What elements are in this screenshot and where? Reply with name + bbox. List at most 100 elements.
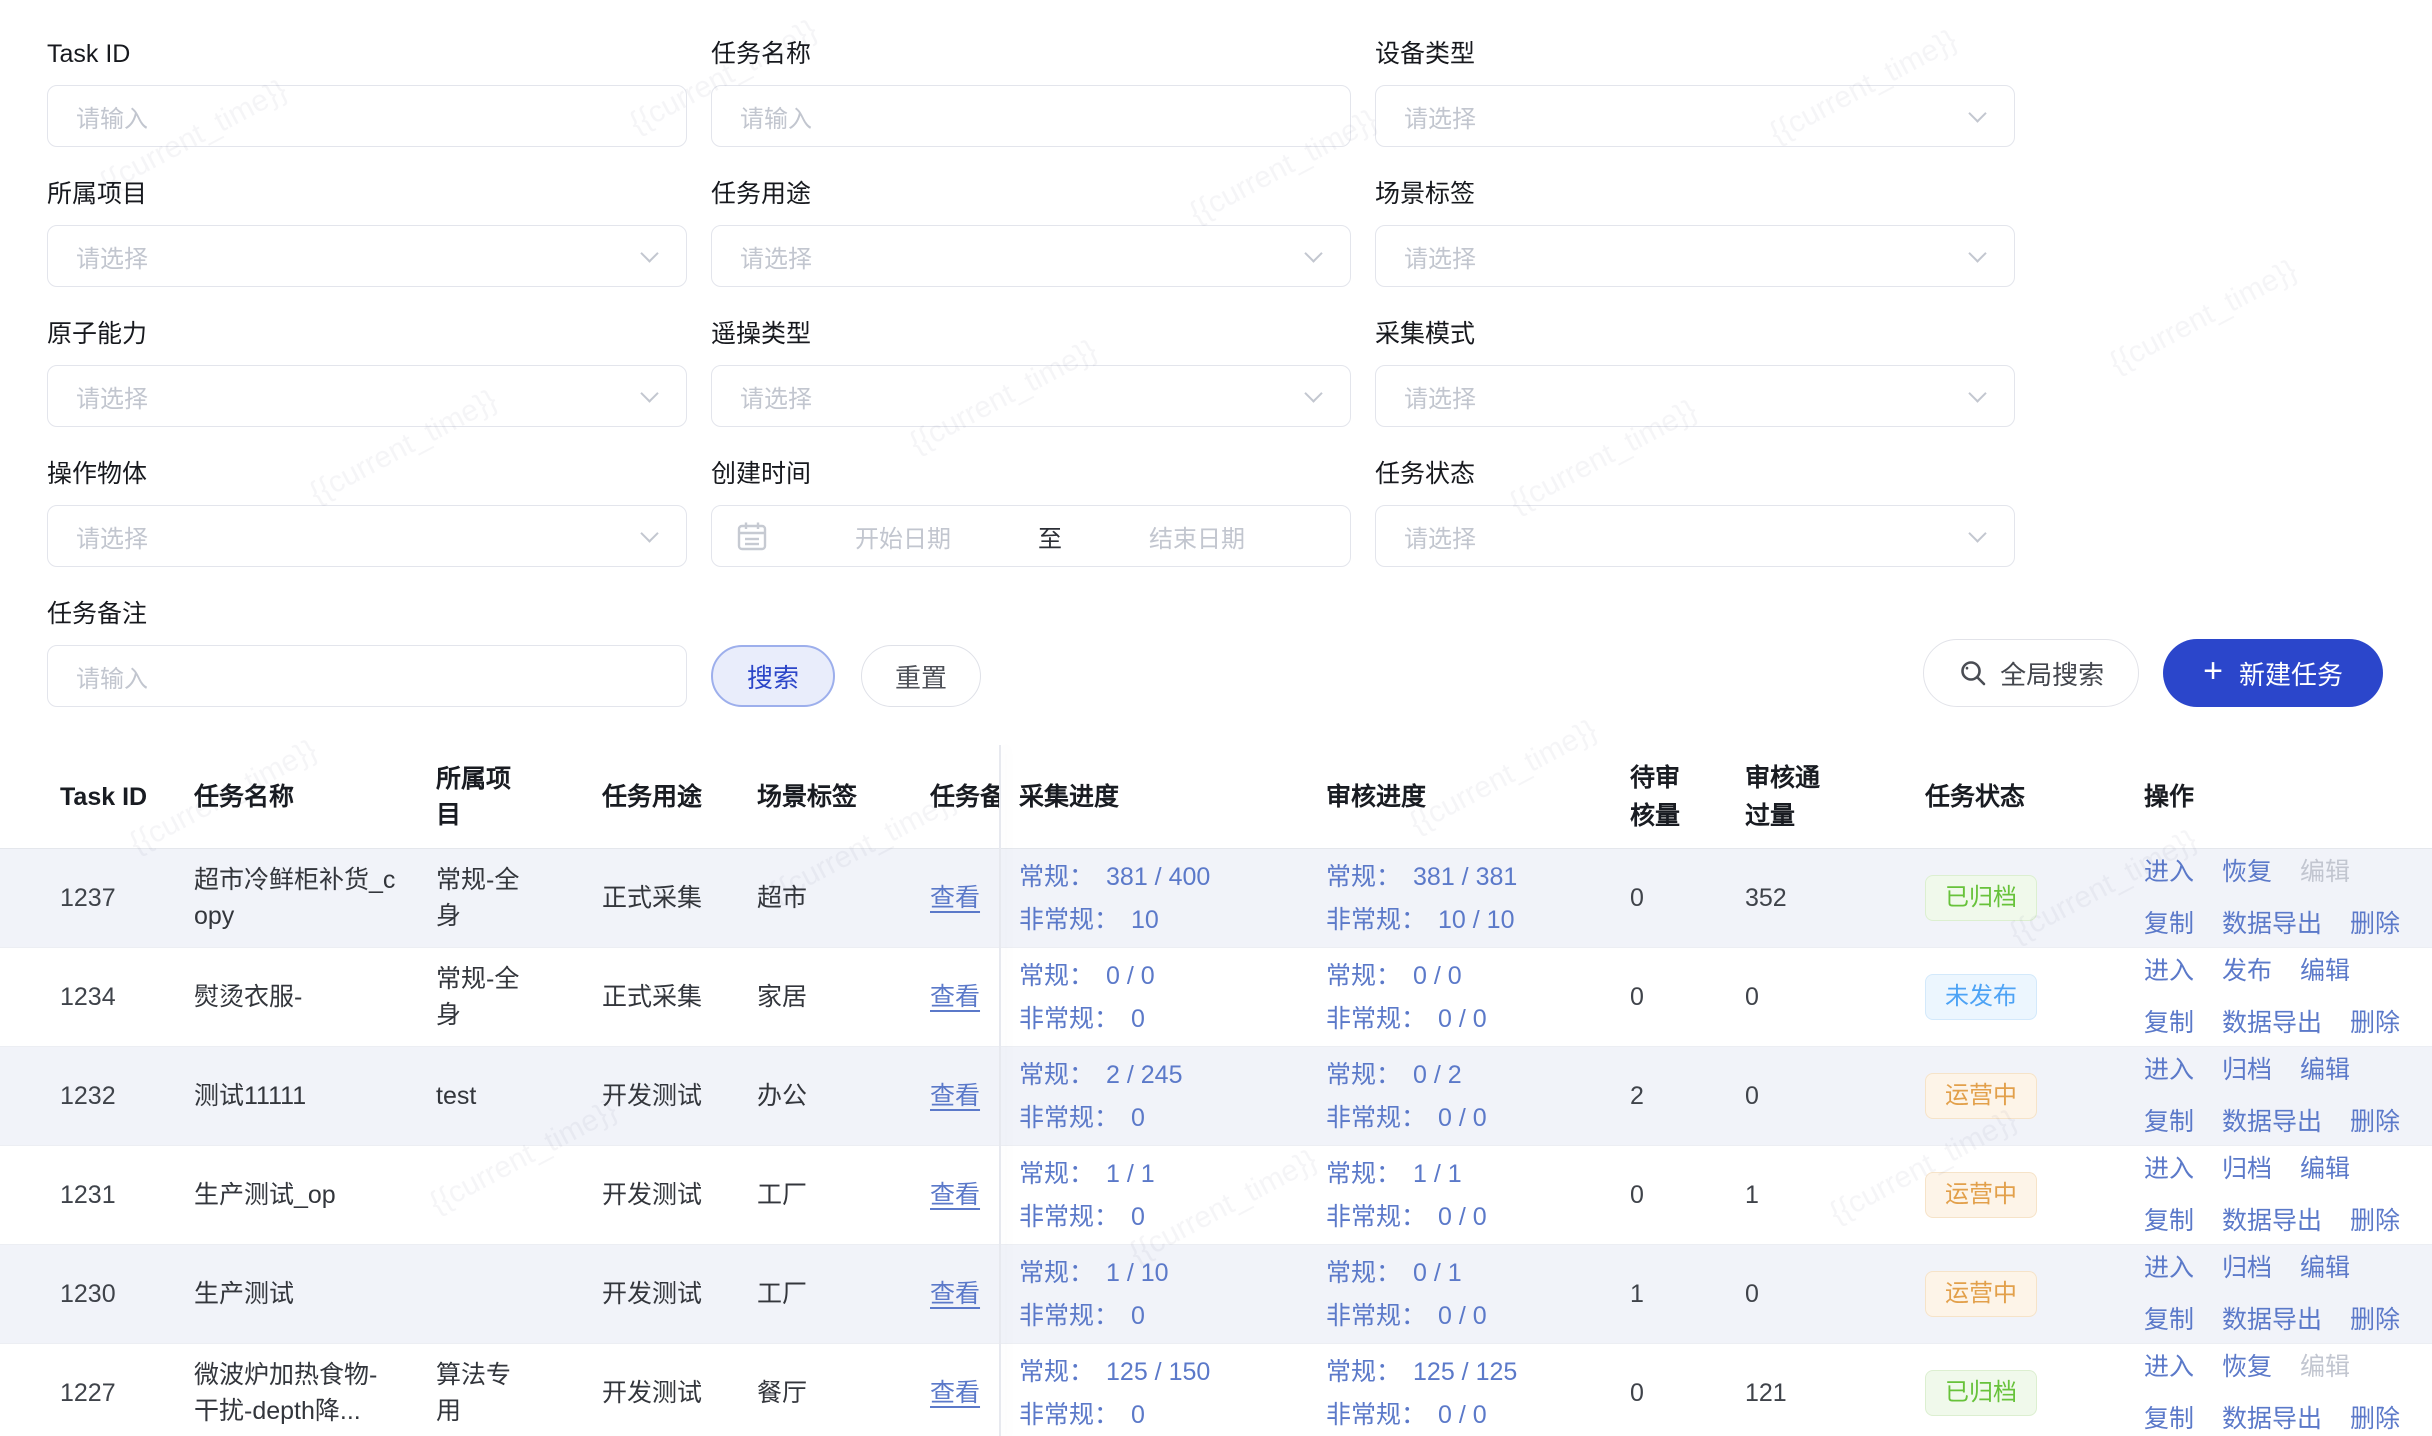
cell-approved-count: 0 bbox=[1745, 1047, 1925, 1145]
action-edit-link[interactable]: 编辑 bbox=[2300, 1151, 2350, 1187]
col-status: 任务状态 bbox=[1925, 745, 2115, 848]
action-enter-link[interactable]: 进入 bbox=[2144, 1151, 2194, 1187]
operate-object-select[interactable]: 请选择 bbox=[47, 505, 687, 567]
chevron-down-icon bbox=[1968, 384, 1986, 402]
cell-pending-count: 0 bbox=[1630, 1146, 1745, 1244]
filter-field-task-status: 任务状态 请选择 bbox=[1375, 458, 2015, 567]
atomic-ability-label: 原子能力 bbox=[47, 318, 687, 350]
cell-status: 运营中 bbox=[1925, 1245, 2115, 1343]
start-date-input[interactable]: 开始日期 bbox=[774, 519, 1032, 554]
chevron-down-icon bbox=[640, 244, 658, 262]
action-enter-link[interactable]: 进入 bbox=[2144, 1052, 2194, 1088]
action-export-link[interactable]: 数据导出 bbox=[2222, 1401, 2322, 1436]
action-export-link[interactable]: 数据导出 bbox=[2222, 1203, 2322, 1239]
action-enter-link[interactable]: 进入 bbox=[2144, 1250, 2194, 1286]
cell-pending-count: 0 bbox=[1630, 849, 1745, 947]
action-delete-link[interactable]: 删除 bbox=[2350, 906, 2400, 942]
collect-mode-select[interactable]: 请选择 bbox=[1375, 365, 2015, 427]
action-copy-link[interactable]: 复制 bbox=[2144, 1401, 2194, 1436]
cell-pending-count: 0 bbox=[1630, 948, 1745, 1046]
view-remark-link[interactable]: 查看 bbox=[930, 1276, 980, 1312]
cell-actions: 进入 恢复 编辑 复制 数据导出 删除 bbox=[2115, 1344, 2432, 1436]
cell-status: 已归档 bbox=[1925, 1344, 2115, 1436]
task-id-placeholder: 请输入 bbox=[76, 99, 148, 134]
action-edit-link[interactable]: 编辑 bbox=[2300, 953, 2350, 989]
cell-review-progress: 常规：125 / 125 非常规：0 / 0 bbox=[1326, 1344, 1630, 1436]
cell-review-progress: 常规：0 / 2 非常规：0 / 0 bbox=[1326, 1047, 1630, 1145]
table-row: 1234 熨烫衣服- 常规-全身 正式采集 家居 查看 常规：0 / 0 非常规… bbox=[0, 948, 2432, 1047]
col-scene: 场景标签 bbox=[757, 745, 930, 848]
action-export-link[interactable]: 数据导出 bbox=[2222, 1104, 2322, 1140]
operate-object-label: 操作物体 bbox=[47, 458, 687, 490]
view-remark-link[interactable]: 查看 bbox=[930, 1375, 980, 1411]
action-state-link[interactable]: 恢复 bbox=[2222, 854, 2272, 890]
create-time-label: 创建时间 bbox=[711, 458, 1351, 490]
action-state-link[interactable]: 恢复 bbox=[2222, 1349, 2272, 1385]
collect-mode-label: 采集模式 bbox=[1375, 318, 2015, 350]
cell-collect-progress: 常规：0 / 0 非常规：0 bbox=[1000, 948, 1326, 1046]
action-delete-link[interactable]: 删除 bbox=[2350, 1203, 2400, 1239]
cell-scene: 家居 bbox=[757, 948, 930, 1046]
fixed-column-divider bbox=[999, 745, 1001, 1436]
task-status-select[interactable]: 请选择 bbox=[1375, 505, 2015, 567]
action-state-link[interactable]: 归档 bbox=[2222, 1151, 2272, 1187]
action-state-link[interactable]: 归档 bbox=[2222, 1250, 2272, 1286]
action-edit-link[interactable]: 编辑 bbox=[2300, 1052, 2350, 1088]
end-date-input[interactable]: 结束日期 bbox=[1068, 519, 1326, 554]
device-type-select[interactable]: 请选择 bbox=[1375, 85, 2015, 147]
filter-field-teleop-type: 遥操类型 请选择 bbox=[711, 318, 1351, 427]
view-remark-link[interactable]: 查看 bbox=[930, 979, 980, 1015]
cell-task-id: 1232 bbox=[0, 1047, 194, 1145]
action-enter-link[interactable]: 进入 bbox=[2144, 1349, 2194, 1385]
scene-tag-select[interactable]: 请选择 bbox=[1375, 225, 2015, 287]
project-select[interactable]: 请选择 bbox=[47, 225, 687, 287]
action-delete-link[interactable]: 删除 bbox=[2350, 1401, 2400, 1436]
action-copy-link[interactable]: 复制 bbox=[2144, 906, 2194, 942]
action-delete-link[interactable]: 删除 bbox=[2350, 1005, 2400, 1041]
view-remark-link[interactable]: 查看 bbox=[930, 1177, 980, 1213]
col-task-id: Task ID bbox=[0, 745, 194, 848]
view-remark-link[interactable]: 查看 bbox=[930, 1078, 980, 1114]
action-copy-link[interactable]: 复制 bbox=[2144, 1302, 2194, 1338]
action-delete-link[interactable]: 删除 bbox=[2350, 1302, 2400, 1338]
cell-task-name: 测试11111 bbox=[194, 1047, 436, 1145]
action-delete-link[interactable]: 删除 bbox=[2350, 1104, 2400, 1140]
view-remark-link[interactable]: 查看 bbox=[930, 880, 980, 916]
cell-actions: 进入 归档 编辑 复制 数据导出 删除 bbox=[2115, 1146, 2432, 1244]
cell-task-id: 1234 bbox=[0, 948, 194, 1046]
date-range-separator: 至 bbox=[1032, 519, 1068, 554]
action-enter-link[interactable]: 进入 bbox=[2144, 854, 2194, 890]
action-export-link[interactable]: 数据导出 bbox=[2222, 1302, 2322, 1338]
action-export-link[interactable]: 数据导出 bbox=[2222, 1005, 2322, 1041]
device-type-label: 设备类型 bbox=[1375, 38, 2015, 70]
scene-tag-label: 场景标签 bbox=[1375, 178, 2015, 210]
table-row: 1231 生产测试_op 开发测试 工厂 查看 常规：1 / 1 非常规：0 bbox=[0, 1146, 2432, 1245]
action-edit-link[interactable]: 编辑 bbox=[2300, 854, 2350, 890]
col-remark: 任务备注 bbox=[930, 745, 1000, 848]
col-review: 审核进度 bbox=[1326, 745, 1630, 848]
action-export-link[interactable]: 数据导出 bbox=[2222, 906, 2322, 942]
action-state-link[interactable]: 归档 bbox=[2222, 1052, 2272, 1088]
chevron-down-icon bbox=[640, 384, 658, 402]
cell-approved-count: 0 bbox=[1745, 1245, 1925, 1343]
action-edit-link[interactable]: 编辑 bbox=[2300, 1349, 2350, 1385]
atomic-ability-select[interactable]: 请选择 bbox=[47, 365, 687, 427]
task-name-input[interactable]: 请输入 bbox=[711, 85, 1351, 147]
action-edit-link[interactable]: 编辑 bbox=[2300, 1250, 2350, 1286]
status-badge: 运营中 bbox=[1925, 1172, 2037, 1218]
action-state-link[interactable]: 发布 bbox=[2222, 953, 2272, 989]
search-button[interactable]: 搜索 bbox=[711, 645, 835, 707]
task-remark-input[interactable]: 请输入 bbox=[47, 645, 687, 707]
teleop-type-select[interactable]: 请选择 bbox=[711, 365, 1351, 427]
date-range-picker[interactable]: 开始日期 至 结束日期 bbox=[711, 505, 1351, 567]
purpose-select[interactable]: 请选择 bbox=[711, 225, 1351, 287]
reset-button[interactable]: 重置 bbox=[861, 645, 981, 707]
action-enter-link[interactable]: 进入 bbox=[2144, 953, 2194, 989]
action-copy-link[interactable]: 复制 bbox=[2144, 1104, 2194, 1140]
task-id-input[interactable]: 请输入 bbox=[47, 85, 687, 147]
global-search-button[interactable]: 全局搜索 bbox=[1923, 639, 2139, 707]
filter-field-atomic-ability: 原子能力 请选择 bbox=[47, 318, 687, 427]
new-task-button[interactable]: + 新建任务 bbox=[2163, 639, 2383, 707]
action-copy-link[interactable]: 复制 bbox=[2144, 1203, 2194, 1239]
action-copy-link[interactable]: 复制 bbox=[2144, 1005, 2194, 1041]
